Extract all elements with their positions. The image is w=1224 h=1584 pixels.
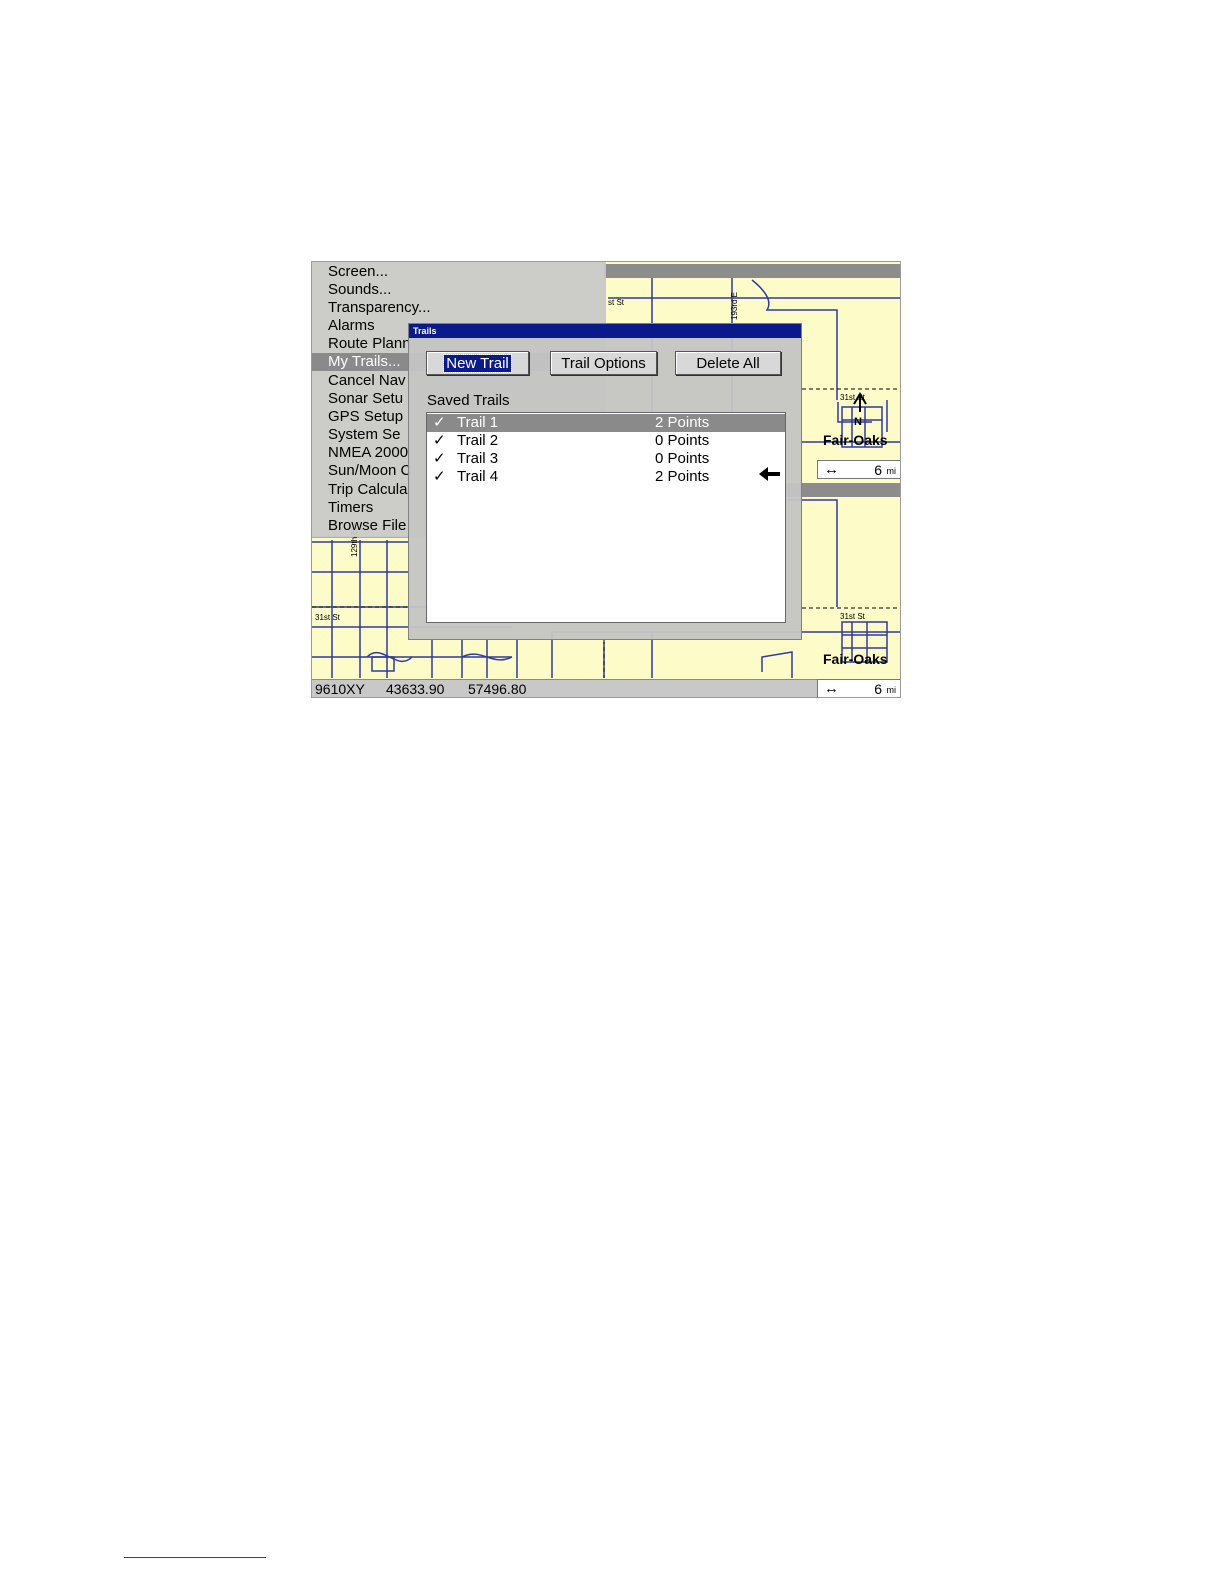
top-map-scale: ↔ 6 mi xyxy=(817,460,900,479)
sonar-gps-screen: st St 193rd E 31st St N Fair-Oaks ↔ 6 mi… xyxy=(311,261,901,698)
position-name: 9610XY xyxy=(315,681,365,697)
saved-trails-label: Saved Trails xyxy=(427,392,510,409)
dialog-title: Trails xyxy=(409,324,801,338)
trail-points: 0 Points xyxy=(655,432,710,449)
trail-name: Trail 1 xyxy=(457,414,499,431)
coordinate-y: 57496.80 xyxy=(468,681,527,697)
menu-item-sounds[interactable]: Sounds... xyxy=(312,281,606,299)
checkmark-icon[interactable]: ✓ xyxy=(433,414,446,432)
trail-options-button[interactable]: Trail Options xyxy=(550,351,657,375)
street-label: st St xyxy=(608,298,625,307)
city-label: Fair-Oaks xyxy=(823,432,888,448)
trail-row[interactable]: ✓ Trail 3 0 Points xyxy=(427,450,785,468)
trail-name: Trail 3 xyxy=(457,450,499,467)
trail-name: Trail 2 xyxy=(457,432,499,449)
menu-item-screen[interactable]: Screen... xyxy=(312,263,606,281)
checkmark-icon[interactable]: ✓ xyxy=(433,468,446,486)
city-label: Fair-Oaks xyxy=(823,651,888,667)
menu-item-transparency[interactable]: Transparency... xyxy=(312,299,606,317)
range-arrow-icon: ↔ xyxy=(824,680,839,697)
new-trail-label: New Trail xyxy=(443,354,512,373)
scale-value: 6 xyxy=(874,462,882,478)
trail-name: Trail 4 xyxy=(457,468,499,485)
trails-dialog: Trails New Trail Trail Options Delete Al… xyxy=(408,323,802,640)
trail-row[interactable]: ✓ Trail 1 2 Points xyxy=(427,414,785,432)
street-label: 31st St xyxy=(840,612,865,621)
left-arrow-icon xyxy=(759,467,780,481)
scale-unit: mi xyxy=(886,685,897,695)
delete-all-button[interactable]: Delete All xyxy=(675,351,781,375)
trail-points: 2 Points xyxy=(655,414,710,431)
checkmark-icon[interactable]: ✓ xyxy=(433,450,446,468)
trail-row[interactable]: ✓ Trail 2 0 Points xyxy=(427,432,785,450)
street-label: 31st St xyxy=(840,393,865,402)
north-indicator: N xyxy=(854,416,862,428)
status-bar: 9610XY 43633.90 57496.80 xyxy=(312,679,900,697)
trail-row[interactable]: ✓ Trail 4 2 Points xyxy=(427,468,785,486)
checkmark-icon[interactable]: ✓ xyxy=(433,432,446,450)
new-trail-button[interactable]: New Trail xyxy=(426,351,529,375)
footnote-separator xyxy=(124,1557,266,1558)
street-label: 31st St xyxy=(315,613,340,622)
saved-trails-list[interactable]: ✓ Trail 1 2 Points ✓ Trail 2 0 Points ✓ … xyxy=(426,412,786,623)
trail-points: 2 Points xyxy=(655,468,710,485)
coordinate-x: 43633.90 xyxy=(386,681,445,697)
bottom-map-scale: ↔ 6 mi xyxy=(817,679,900,697)
street-label: 193rd E xyxy=(730,291,739,320)
trail-points: 0 Points xyxy=(655,450,710,467)
scale-unit: mi xyxy=(886,466,897,476)
range-arrow-icon: ↔ xyxy=(824,461,839,478)
scale-value: 6 xyxy=(874,681,882,697)
top-panel-title-bar xyxy=(604,264,900,278)
